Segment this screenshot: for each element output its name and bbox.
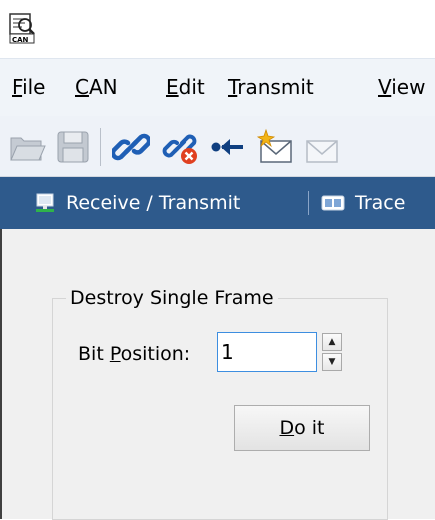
monitor-icon	[36, 193, 54, 212]
connect-icon[interactable]	[112, 128, 150, 166]
bit-position-label: Bit Position:	[78, 343, 191, 365]
tab-receive-transmit-label: Receive / Transmit	[66, 192, 241, 214]
arrow-up-icon: ▲	[328, 336, 336, 347]
bit-position-input[interactable]	[217, 332, 317, 372]
bit-position-spinner: ▲ ▼	[322, 333, 342, 371]
menu-file[interactable]: File	[12, 75, 45, 99]
tab-separator	[308, 191, 309, 215]
toolbar-separator	[100, 128, 101, 166]
menu-can[interactable]: CAN	[75, 75, 118, 99]
menu-edit[interactable]: Edit	[166, 75, 205, 99]
svg-text:CAN: CAN	[12, 36, 29, 44]
message-icon[interactable]	[302, 128, 340, 166]
trace-icon	[321, 195, 345, 211]
toolbar	[0, 116, 435, 177]
tab-receive-transmit[interactable]: Receive / Transmit	[34, 177, 240, 229]
spin-up-button[interactable]: ▲	[322, 333, 342, 351]
menu-bar: File CAN Edit Transmit View	[0, 58, 435, 117]
title-bar: CAN	[0, 0, 435, 58]
menu-transmit[interactable]: Transmit	[228, 75, 314, 99]
receive-icon[interactable]	[208, 128, 246, 166]
menu-view[interactable]: View	[378, 75, 425, 99]
do-it-button[interactable]: Do it	[234, 405, 370, 451]
app-icon: CAN	[9, 13, 35, 44]
tab-bar: Receive / Transmit Trace	[0, 177, 435, 229]
save-icon[interactable]	[54, 128, 92, 166]
folder-open-icon[interactable]	[8, 128, 46, 166]
main-panel: Destroy Single Frame Bit Position: ▲ ▼ D…	[0, 229, 435, 520]
tab-trace-label: Trace	[355, 192, 406, 214]
disconnect-icon[interactable]	[162, 128, 200, 166]
spin-down-button[interactable]: ▼	[322, 353, 342, 371]
group-title: Destroy Single Frame	[66, 285, 278, 311]
arrow-down-icon: ▼	[328, 356, 336, 367]
new-message-icon[interactable]	[256, 128, 294, 166]
tab-trace[interactable]: Trace	[321, 177, 405, 229]
